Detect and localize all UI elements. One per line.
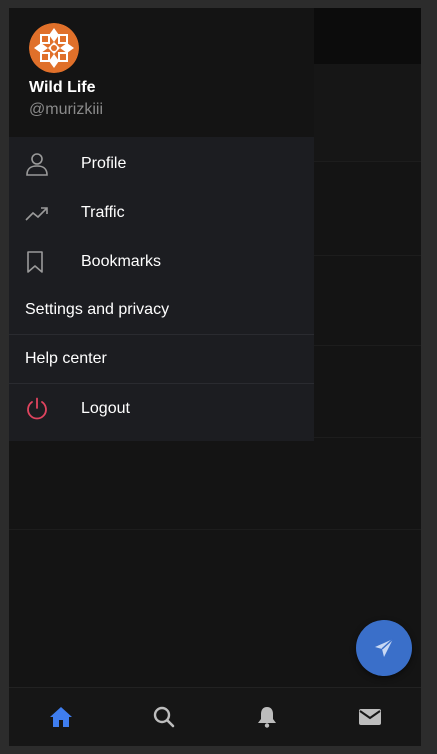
avatar-image: [29, 23, 79, 73]
phone-screen: Wild Life @murizkiii Profile Traffic Boo…: [9, 8, 421, 746]
menu-item-traffic[interactable]: Traffic: [9, 188, 314, 237]
nav-notifications[interactable]: [247, 697, 287, 737]
menu-item-label: Logout: [81, 399, 130, 417]
bell-icon: [257, 707, 276, 728]
nav-home[interactable]: [41, 697, 81, 737]
feed-item[interactable]: [9, 438, 421, 530]
power-icon: [9, 397, 81, 421]
bottom-navigation: [9, 687, 421, 746]
bookmark-icon: [9, 250, 81, 274]
avatar[interactable]: [29, 23, 79, 73]
trending-up-icon: [9, 204, 81, 222]
drawer-menu: Profile Traffic Bookmarks Settings and p…: [9, 137, 314, 433]
menu-item-label: Settings and privacy: [25, 301, 170, 318]
menu-item-label: Help center: [25, 350, 107, 367]
nav-messages[interactable]: [350, 697, 390, 737]
menu-item-help[interactable]: Help center: [9, 335, 314, 384]
menu-item-settings[interactable]: Settings and privacy: [9, 286, 314, 335]
send-icon: [375, 638, 394, 657]
navigation-drawer: Wild Life @murizkiii Profile Traffic Boo…: [9, 8, 314, 441]
drawer-header: Wild Life @murizkiii: [9, 8, 314, 137]
home-icon: [49, 707, 72, 727]
user-handle: @murizkiii: [29, 101, 104, 118]
menu-item-label: Bookmarks: [81, 252, 162, 270]
menu-item-bookmarks[interactable]: Bookmarks: [9, 237, 314, 286]
person-icon: [9, 152, 81, 176]
menu-item-logout[interactable]: Logout: [9, 384, 314, 433]
compose-button[interactable]: [356, 620, 412, 676]
mail-icon: [358, 709, 381, 725]
nav-search[interactable]: [144, 697, 184, 737]
menu-item-label: Profile: [81, 154, 127, 172]
menu-item-profile[interactable]: Profile: [9, 139, 314, 188]
user-name: Wild Life: [29, 79, 96, 96]
search-icon: [153, 706, 174, 728]
menu-item-label: Traffic: [81, 203, 125, 221]
